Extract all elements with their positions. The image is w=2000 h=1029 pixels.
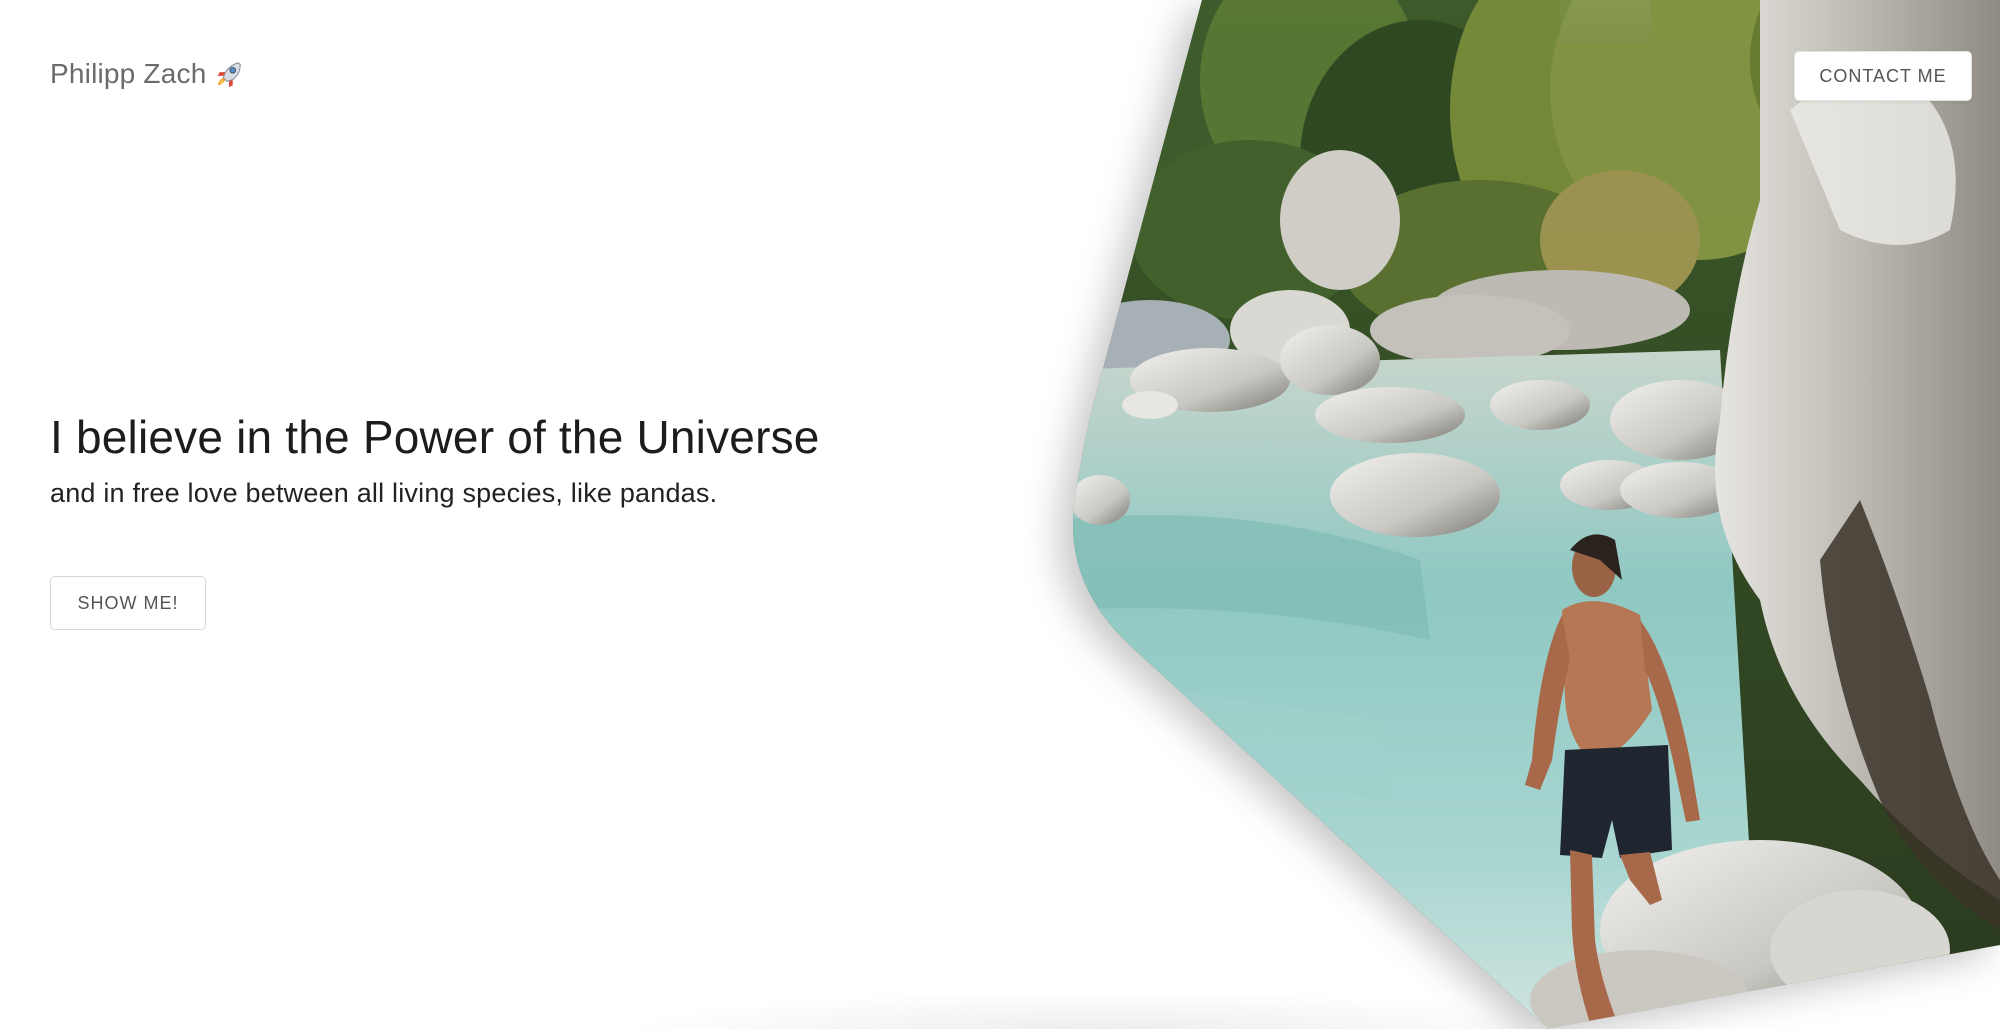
rocket-icon — [218, 62, 242, 88]
bottom-shadow — [600, 989, 1600, 1029]
contact-me-button[interactable]: CONTACT ME — [1794, 51, 1972, 101]
show-me-button[interactable]: SHOW ME! — [50, 576, 206, 630]
brand-name: Philipp Zach — [50, 58, 207, 89]
landing-page: Philipp Zach CONTACT ME I believe in the… — [0, 0, 2000, 1029]
brand-logo[interactable]: Philipp Zach — [50, 58, 244, 90]
person-figure — [1525, 534, 1700, 1029]
hero-photo — [1073, 0, 2000, 1029]
hero-title: I believe in the Power of the Universe — [50, 411, 820, 463]
hero-subtitle: and in free love between all living spec… — [50, 478, 718, 508]
hero-photo-container — [0, 0, 2000, 1029]
